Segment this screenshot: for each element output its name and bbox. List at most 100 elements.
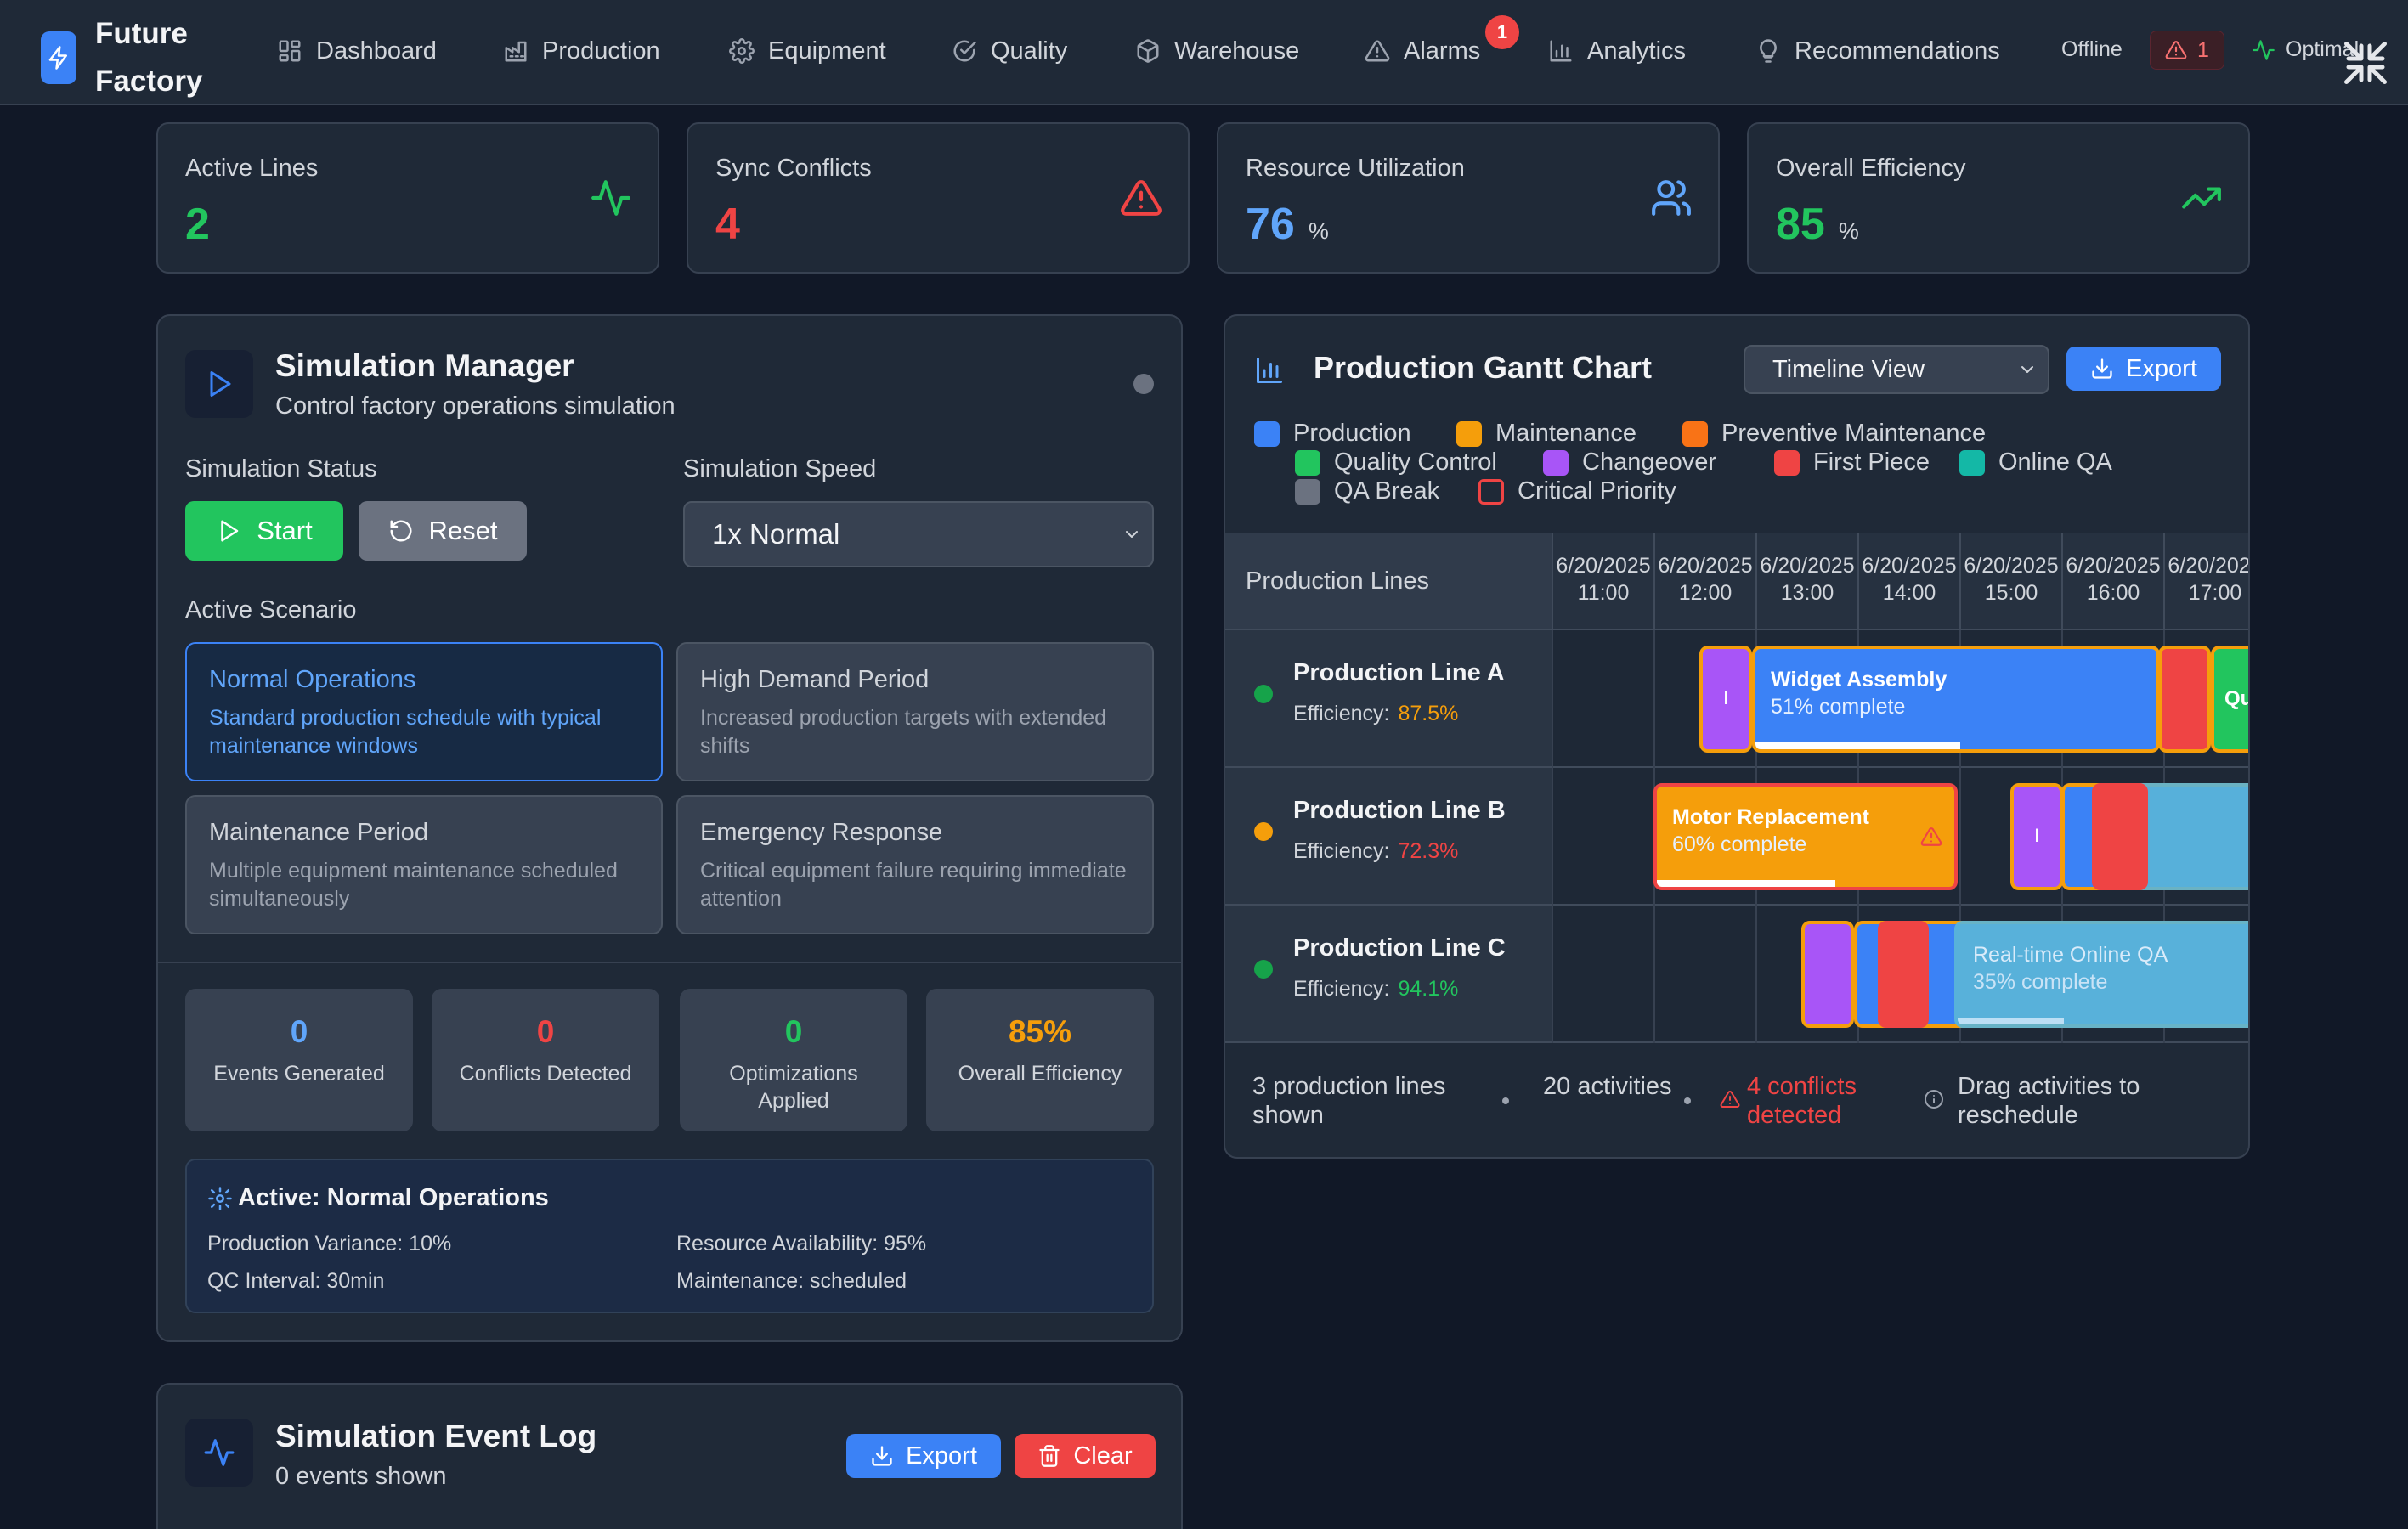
- active-scenario-label: Active Scenario: [185, 596, 357, 623]
- activity-widget-assembly[interactable]: Widget Assembly 51% complete: [1752, 646, 2160, 753]
- grid-icon: [279, 40, 301, 62]
- gantt-grid: Production Lines 6/20/2025 11:00 6/20/202…: [1225, 533, 2248, 1045]
- gantt-track-line-b: Motor Replacement 60% complete I: [1552, 768, 2248, 906]
- legend-online-qa: Online QA: [1959, 449, 2112, 477]
- nav-label: Quality: [991, 37, 1068, 65]
- top-nav: Future Factory Dashboard Production Equip…: [0, 0, 2408, 105]
- nav-production[interactable]: Production: [503, 32, 660, 70]
- separator-dot: [1502, 1097, 1509, 1104]
- package-icon: [1137, 39, 1159, 63]
- line-name: Production Line A: [1293, 659, 1505, 686]
- activity-changeover[interactable]: I: [1699, 646, 1752, 753]
- stat-label: Active Lines: [185, 155, 319, 182]
- stat-card-active-lines: Active Lines 2: [156, 122, 659, 274]
- scenario-high-demand[interactable]: High Demand Period Increased production …: [676, 642, 1154, 781]
- reset-button[interactable]: Reset: [359, 501, 527, 561]
- start-button[interactable]: Start: [185, 501, 343, 561]
- activities-count: 20 activities: [1543, 1073, 1672, 1100]
- activity-changeover[interactable]: [1801, 921, 1854, 1028]
- metric-conflicts-detected: 0 Conflicts Detected: [432, 989, 659, 1131]
- alert-indicator[interactable]: 1: [2150, 31, 2224, 70]
- activity-first-piece[interactable]: [1878, 921, 1929, 1028]
- warning-icon: [2165, 41, 2187, 59]
- activity-icon: [185, 1419, 253, 1487]
- trending-up-icon: [2182, 187, 2221, 209]
- nav-quality[interactable]: Quality: [952, 32, 1067, 70]
- nav-label: Equipment: [768, 37, 886, 65]
- panel-subtitle: 0 events shown: [275, 1463, 447, 1490]
- fullscreen-button[interactable]: [2340, 37, 2391, 88]
- users-icon: [1652, 180, 1691, 216]
- time-tick: 6/20/2025 14:00: [1857, 533, 1959, 630]
- line-efficiency: Efficiency: 72.3%: [1293, 839, 1459, 863]
- stat-value: 85%: [1776, 200, 1859, 249]
- export-log-button[interactable]: Export: [846, 1434, 1001, 1478]
- maintenance-status: Maintenance: scheduled: [676, 1269, 907, 1293]
- line-efficiency: Efficiency: 87.5%: [1293, 702, 1459, 725]
- scenario-normal-operations[interactable]: Normal Operations Standard production sc…: [185, 642, 663, 781]
- time-tick: 6/20/2025 16:00: [2061, 533, 2163, 630]
- nav-alarms[interactable]: Alarms: [1365, 32, 1480, 70]
- nav-dashboard[interactable]: Dashboard: [277, 32, 437, 70]
- nav-analytics[interactable]: Analytics: [1548, 32, 1686, 70]
- drag-hint: Drag activities to reschedule: [1958, 1073, 2140, 1129]
- trash-icon: [1039, 1445, 1060, 1467]
- bar-chart-icon: [1257, 358, 1282, 383]
- check-circle-icon: [953, 40, 976, 62]
- gantt-row-line-b[interactable]: Production Line B Efficiency: 72.3%: [1225, 768, 1552, 906]
- status-dot: [1133, 374, 1154, 394]
- bar-chart-icon: [1550, 40, 1572, 62]
- activity-real-time-online-qa[interactable]: Real-time Online QA 35% complete: [1954, 921, 2248, 1028]
- conflicts-detected: 4 conflicts detected: [1747, 1073, 1857, 1129]
- activity-motor-replacement[interactable]: Motor Replacement 60% complete: [1653, 783, 1958, 890]
- stat-value: 76%: [1246, 200, 1329, 249]
- gear-icon: [729, 38, 755, 64]
- simulation-speed-label: Simulation Speed: [683, 455, 877, 482]
- alarms-badge: 1: [1485, 15, 1519, 49]
- nav-equipment[interactable]: Equipment: [729, 32, 886, 70]
- panel-title: Simulation Manager: [275, 348, 574, 383]
- stat-card-overall-efficiency: Overall Efficiency 85%: [1747, 122, 2250, 274]
- nav-recommendations[interactable]: Recommendations: [1755, 32, 2000, 70]
- gantt-track-line-a: I Widget Assembly 51% complete Qu: [1552, 630, 2248, 768]
- activity-first-piece[interactable]: [2092, 783, 2148, 890]
- speed-select[interactable]: 1x Normal: [683, 501, 1154, 567]
- lightbulb-icon: [1760, 39, 1777, 63]
- scenario-emergency-response[interactable]: Emergency Response Critical equipment fa…: [676, 795, 1154, 934]
- resource-availability: Resource Availability: 95%: [676, 1232, 927, 1255]
- gantt-export-button[interactable]: Export: [2066, 347, 2221, 391]
- clear-log-button[interactable]: Clear: [1015, 1434, 1156, 1478]
- gantt-row-line-c[interactable]: Production Line C Efficiency: 94.1%: [1225, 906, 1552, 1043]
- minimize-icon: [2344, 42, 2387, 84]
- nav-warehouse[interactable]: Warehouse: [1135, 32, 1299, 70]
- status-dot: [1254, 685, 1273, 703]
- gear-icon: [208, 1187, 232, 1210]
- activity-changeover[interactable]: I: [2010, 783, 2063, 890]
- legend-quality-control: Quality Control: [1295, 449, 1497, 477]
- gantt-row-line-a[interactable]: Production Line A Efficiency: 87.5%: [1225, 630, 1552, 768]
- activity-quality-control[interactable]: Qu: [2211, 646, 2248, 753]
- legend-first-piece: First Piece: [1774, 449, 1930, 477]
- nav-label: Dashboard: [316, 37, 437, 65]
- legend-critical-priority: Critical Priority: [1478, 477, 1676, 505]
- warning-icon: [1121, 180, 1162, 216]
- gantt-view-select[interactable]: Timeline View: [1744, 345, 2049, 394]
- status-dot: [1254, 822, 1273, 841]
- lines-shown: 3 production lines shown: [1252, 1073, 1446, 1129]
- active-scenario-title: Active: Normal Operations: [238, 1184, 549, 1211]
- brand[interactable]: Future Factory: [41, 10, 231, 105]
- stat-value: 4: [715, 200, 740, 249]
- activity-first-piece[interactable]: [2158, 646, 2211, 753]
- activity-icon: [2253, 39, 2275, 60]
- scenario-maintenance-period[interactable]: Maintenance Period Multiple equipment ma…: [185, 795, 663, 934]
- metric-events-generated: 0 Events Generated: [185, 989, 413, 1131]
- nav-label: Warehouse: [1174, 37, 1300, 65]
- nav-label: Analytics: [1587, 37, 1687, 65]
- stat-label: Resource Utilization: [1246, 155, 1465, 182]
- nav-label: Recommendations: [1795, 37, 2000, 65]
- time-tick: 6/20/202517:00: [2163, 533, 2248, 630]
- stat-label: Sync Conflicts: [715, 155, 872, 182]
- panel-title: Simulation Event Log: [275, 1419, 597, 1453]
- time-tick: 6/20/2025 12:00: [1653, 533, 1755, 630]
- alert-count: 1: [2197, 37, 2209, 62]
